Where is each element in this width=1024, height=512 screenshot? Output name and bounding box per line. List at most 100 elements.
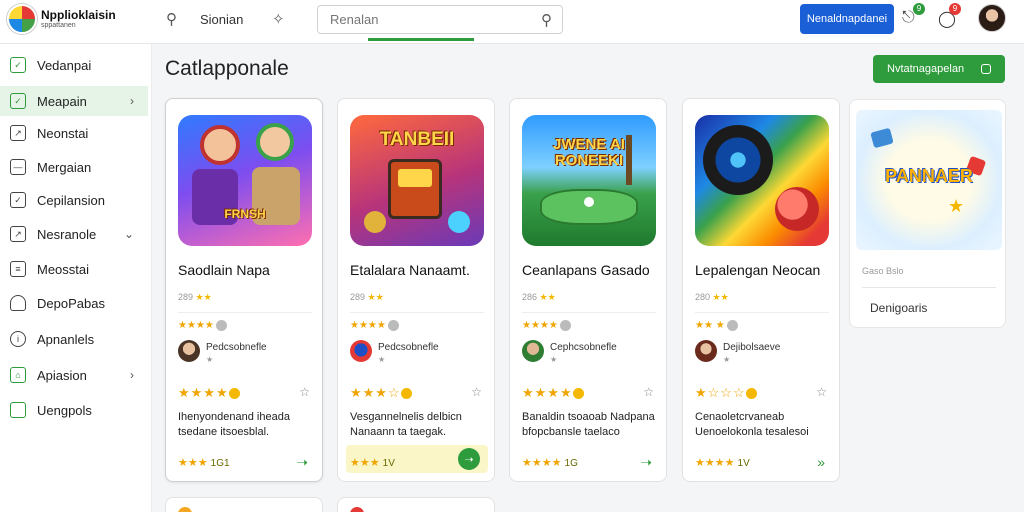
game-card[interactable]: Lepalengan Neocan 280 ★★ ★★ ★ Dejibolsae…: [682, 98, 840, 482]
card-score: ★★★ 1G1: [178, 456, 230, 469]
search-box[interactable]: ⚲: [317, 5, 563, 34]
arrow-right-icon[interactable]: »: [817, 454, 825, 470]
card-title: Etalalara Nanaamt.: [350, 262, 470, 278]
primary-action-button[interactable]: Nenaldnapdanei: [800, 4, 894, 34]
card-score: ★★★ 1V: [350, 456, 395, 469]
check-icon: ✓: [10, 93, 26, 109]
go-button-icon[interactable]: ➝: [458, 448, 480, 470]
developer-name[interactable]: Dejibolsaeve: [723, 342, 780, 353]
card-score: ★★★★ 1V: [695, 456, 750, 469]
external-icon: [981, 64, 991, 74]
game-card[interactable]: [337, 497, 495, 512]
mini-label[interactable]: Denigoaris: [870, 301, 927, 315]
sidebar-item-label: Vedanpai: [37, 57, 92, 73]
game-logo-text: TANBEII: [379, 129, 455, 150]
app-logo[interactable]: [7, 4, 37, 34]
notifications-bell-icon[interactable]: ⎋ 9: [902, 3, 925, 27]
sidebar-item-9[interactable]: ⌂ Apiasion ›: [0, 360, 148, 390]
verified-icon: [387, 320, 399, 331]
search-nav-label[interactable]: Sionian: [200, 12, 243, 27]
game-card[interactable]: [165, 497, 323, 512]
game-artwork[interactable]: FRNSH: [178, 115, 312, 246]
arrow-right-icon[interactable]: ➝: [296, 454, 308, 471]
search-input[interactable]: [330, 12, 530, 27]
tools-icon[interactable]: ✧: [272, 10, 285, 28]
sidebar-item-10[interactable]: Uengpols: [0, 395, 148, 425]
featured-mini-card[interactable]: PANNAER ★ Gaso Bslo Denigoaris: [849, 99, 1006, 328]
featured-artwork[interactable]: PANNAER ★: [856, 110, 1002, 250]
sidebar-item-label: Mergaian: [37, 159, 92, 175]
divider: [862, 287, 996, 288]
game-card[interactable]: JWENE AI RONEEKI Ceanlapans Gasado 286 ★…: [509, 98, 667, 482]
sidebar-item-7[interactable]: DepoPabas: [0, 288, 148, 318]
score-value: 1G1: [210, 458, 230, 469]
developer-avatar[interactable]: [178, 340, 200, 362]
game-card[interactable]: FRNSH Saodlain Napa 289 ★★ ★★★★ Pedcsobn…: [165, 98, 323, 482]
developer-name[interactable]: Pedcsobnefle: [206, 342, 267, 353]
favorite-star-icon[interactable]: ☆: [816, 385, 827, 399]
alerts-badge: 9: [949, 3, 961, 15]
chevron-right-icon: ›: [130, 94, 134, 108]
game-logo-text: JWENE AI RONEEKI: [553, 136, 625, 169]
developer-name[interactable]: Pedcsobnefle: [378, 342, 439, 353]
notifications-badge: 9: [913, 3, 925, 15]
score-stars: ★★★★: [522, 457, 562, 469]
sidebar-item-0[interactable]: ✓ Vedanpai: [0, 50, 148, 80]
featured-logo-text: PANNAER: [885, 166, 973, 186]
divider: [350, 312, 484, 313]
rating-stars: ★★★★: [178, 320, 227, 331]
magnifier-icon[interactable]: ⚲: [541, 11, 552, 29]
arrow-right-icon[interactable]: ➝: [640, 454, 652, 471]
coin-icon: [228, 388, 240, 400]
edit-icon: ✓: [10, 57, 26, 73]
search-icon[interactable]: ⚲: [166, 10, 184, 28]
game-artwork[interactable]: [695, 115, 829, 246]
cta-label: Nvtatnagapelan: [887, 63, 965, 75]
alerts-icon[interactable]: ◯ 9: [938, 3, 961, 29]
cta-button[interactable]: Nvtatnagapelan: [873, 55, 1005, 83]
score-stars: ★★★★: [695, 457, 735, 469]
game-artwork[interactable]: JWENE AI RONEEKI: [522, 115, 656, 246]
verified-icon: [215, 320, 227, 331]
info-icon: i: [10, 331, 26, 347]
brand-subtitle: sppattanen: [41, 22, 76, 29]
box-icon: —: [10, 159, 26, 175]
favorite-star-icon[interactable]: ☆: [299, 385, 310, 399]
favorite-star-icon[interactable]: ☆: [643, 385, 654, 399]
sidebar-item-2[interactable]: ↗ Neonstai: [0, 118, 148, 148]
sidebar-item-5[interactable]: ↗ Nesranole ⌄: [0, 219, 148, 249]
sidebar-item-3[interactable]: — Mergaian: [0, 152, 148, 182]
sidebar-item-label: Apnanlels: [37, 331, 95, 347]
coin-icon: [745, 388, 757, 400]
favorite-star-icon[interactable]: ☆: [471, 385, 482, 399]
sidebar-item-label: DepoPabas: [37, 295, 105, 311]
verified-icon: [559, 320, 571, 331]
meta-number: 289: [350, 292, 366, 302]
chevron-right-icon: ›: [130, 368, 134, 382]
card-meta: 289 ★★: [350, 292, 384, 302]
check-icon: ✓: [10, 192, 26, 208]
verified-icon: [726, 320, 738, 331]
card-description: Cenaoletcrvaneab Uenoelokonla tesalesoi: [695, 411, 809, 438]
game-artwork[interactable]: TANBEII: [350, 115, 484, 246]
developer-avatar[interactable]: [695, 340, 717, 362]
sidebar-item-8[interactable]: i Apnanlels: [0, 324, 148, 354]
avatar: [350, 507, 364, 512]
game-card[interactable]: TANBEII Etalalara Nanaamt. 289 ★★ ★★★★ P…: [337, 98, 495, 482]
chevron-down-icon: ⌄: [123, 227, 134, 241]
card-description: Ihenyondenand iheada tsedane itsoesblal.: [178, 411, 290, 438]
sidebar-item-label: Cepilansion: [37, 192, 105, 208]
sidebar-item-6[interactable]: ≡ Meosstai: [0, 254, 148, 284]
sidebar-item-1[interactable]: ✓ Meapain ›: [0, 86, 148, 116]
rating-stars: ★★★★: [522, 320, 571, 331]
developer-name[interactable]: Cephcsobnefle: [550, 342, 617, 353]
rating-stars: ★★ ★: [695, 320, 738, 331]
trend-icon: ↗: [10, 125, 26, 141]
developer-avatar[interactable]: [350, 340, 372, 362]
developer-avatar[interactable]: [522, 340, 544, 362]
sidebar-item-4[interactable]: ✓ Cepilansion: [0, 185, 148, 215]
score-stars: ★★★: [178, 457, 208, 469]
rating-stars-large: ★★★☆: [350, 385, 412, 401]
user-avatar[interactable]: [978, 4, 1006, 32]
coin-icon: [400, 388, 412, 400]
